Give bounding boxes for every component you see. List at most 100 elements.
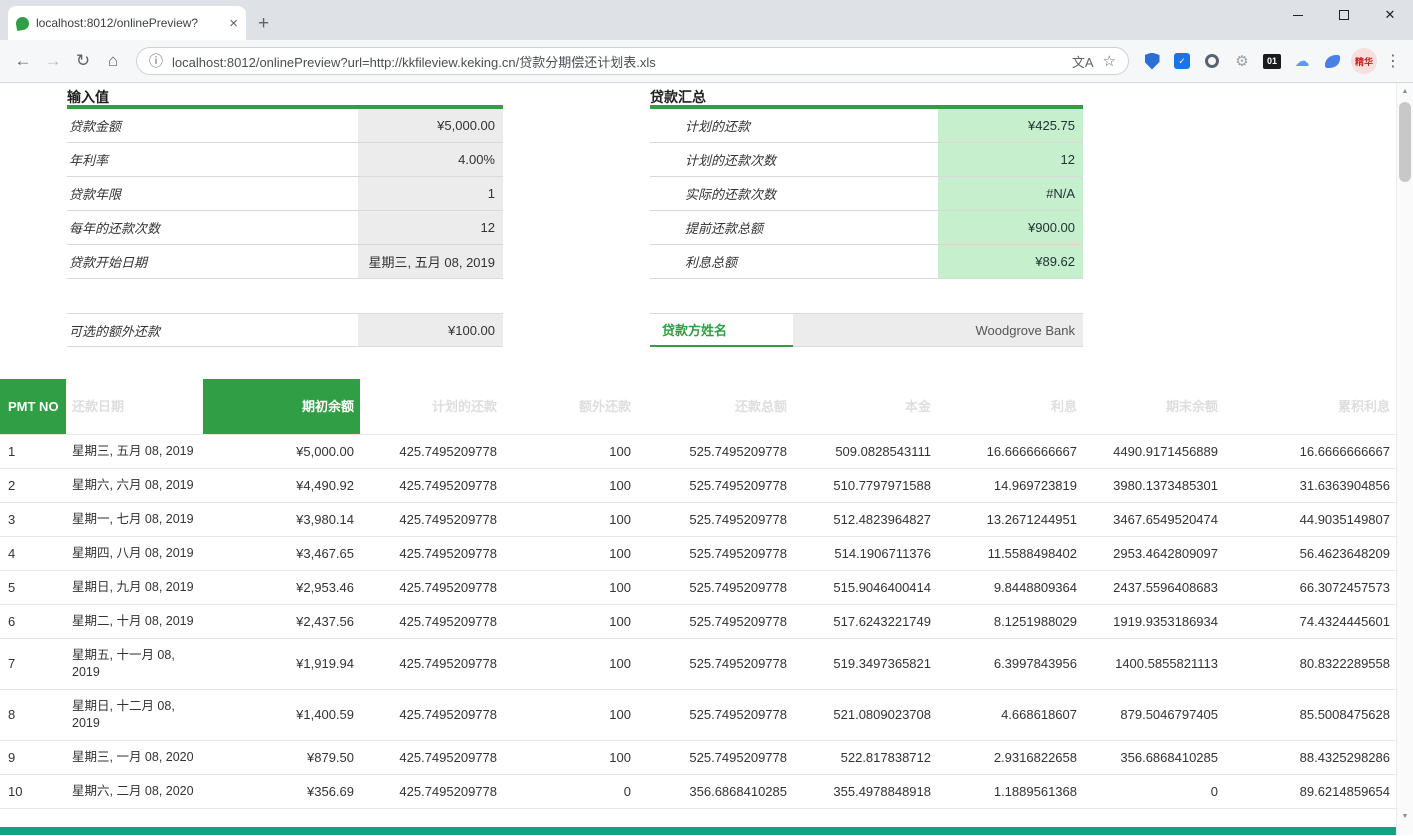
- table-row: 3星期一, 七月 08, 2019¥3,980.14425.7495209778…: [0, 502, 1396, 536]
- minimize-icon: [1293, 15, 1303, 16]
- translate-icon[interactable]: 文A: [1072, 52, 1094, 71]
- table-cell: 425.7495209778: [360, 570, 503, 604]
- field-label: 每年的还款次数: [67, 211, 358, 244]
- table-row: 2星期六, 六月 08, 2019¥4,490.92425.7495209778…: [0, 468, 1396, 502]
- browser-titlebar: localhost:8012/onlinePreview? × + ✕: [0, 0, 1413, 40]
- table-cell: 88.4325298286: [1224, 740, 1396, 774]
- table-row: 5星期日, 九月 08, 2019¥2,953.46425.7495209778…: [0, 570, 1396, 604]
- table-cell: 8.1251988029: [937, 604, 1083, 638]
- table-cell: 3980.1373485301: [1083, 468, 1224, 502]
- bookmark-star-icon[interactable]: ☆: [1103, 52, 1116, 70]
- table-cell: ¥5,000.00: [203, 434, 360, 468]
- panel-row: 贷款开始日期星期三, 五月 08, 2019: [67, 245, 503, 279]
- browser-tab[interactable]: localhost:8012/onlinePreview? ×: [8, 6, 246, 40]
- minimize-button[interactable]: [1275, 0, 1321, 30]
- field-label: 贷款金额: [67, 109, 358, 142]
- home-button[interactable]: ⌂: [98, 46, 128, 76]
- cloud-extension-icon[interactable]: ☁: [1287, 46, 1317, 76]
- table-cell: 80.8322289558: [1224, 638, 1396, 689]
- table-cell: ¥4,490.92: [203, 468, 360, 502]
- maximize-icon: [1339, 10, 1349, 20]
- scroll-up-icon[interactable]: ▲: [1397, 83, 1413, 100]
- panel-row: 提前还款总额¥900.00: [650, 211, 1083, 245]
- gray-extension-icon[interactable]: ⚙: [1227, 46, 1257, 76]
- table-cell: 509.0828543111: [793, 434, 937, 468]
- table-cell: ¥879.50: [203, 740, 360, 774]
- table-cell: 525.7495209778: [637, 434, 793, 468]
- table-cell: ¥3,467.65: [203, 536, 360, 570]
- panel-row: 贷款金额¥5,000.00: [67, 109, 503, 143]
- field-value: 12: [938, 143, 1083, 176]
- field-value: #N/A: [938, 177, 1083, 210]
- table-cell: 100: [503, 570, 637, 604]
- browser-menu-icon[interactable]: ⋮: [1381, 46, 1405, 76]
- back-button[interactable]: ←: [8, 46, 38, 76]
- url-text[interactable]: localhost:8012/onlinePreview?url=http://…: [172, 52, 1063, 71]
- forward-button[interactable]: →: [38, 46, 68, 76]
- table-cell: 356.6868410285: [637, 774, 793, 808]
- column-header: 利息: [937, 379, 1083, 434]
- check-icon: ✓: [1174, 53, 1190, 69]
- table-cell: 85.5008475628: [1224, 689, 1396, 740]
- ring-extension-icon[interactable]: [1197, 46, 1227, 76]
- table-cell: ¥2,953.46: [203, 570, 360, 604]
- field-label: 贷款年限: [67, 177, 358, 210]
- page-info-icon[interactable]: ⓘ: [149, 51, 163, 71]
- table-cell: 4490.9171456889: [1083, 434, 1224, 468]
- table-cell: 514.1906711376: [793, 536, 937, 570]
- lender-value: Woodgrove Bank: [793, 314, 1083, 347]
- table-cell: ¥2,437.56: [203, 604, 360, 638]
- table-cell: 100: [503, 689, 637, 740]
- table-cell: 0: [503, 774, 637, 808]
- table-cell: 525.7495209778: [637, 468, 793, 502]
- field-value: ¥900.00: [938, 211, 1083, 244]
- new-tab-button[interactable]: +: [258, 14, 269, 33]
- bird-extension-icon[interactable]: [1317, 46, 1347, 76]
- table-cell: 13.2671244951: [937, 502, 1083, 536]
- address-bar[interactable]: ⓘ localhost:8012/onlinePreview?url=http:…: [136, 47, 1129, 75]
- table-cell: 星期日, 九月 08, 2019: [66, 570, 203, 604]
- table-cell: 星期六, 二月 08, 2020: [66, 774, 203, 808]
- scroll-down-icon[interactable]: ▼: [1397, 808, 1413, 825]
- shield-extension-icon[interactable]: [1137, 46, 1167, 76]
- table-cell: 4: [0, 536, 66, 570]
- table-cell: 31.6363904856: [1224, 468, 1396, 502]
- table-cell: 879.5046797405: [1083, 689, 1224, 740]
- table-cell: 510.7797971588: [793, 468, 937, 502]
- browser-window: localhost:8012/onlinePreview? × + ✕ ← → …: [0, 0, 1413, 836]
- tab-close-icon[interactable]: ×: [229, 16, 238, 31]
- table-cell: 425.7495209778: [360, 638, 503, 689]
- table-cell: 56.4623648209: [1224, 536, 1396, 570]
- table-cell: 6: [0, 604, 66, 638]
- table-cell: 1400.5855821113: [1083, 638, 1224, 689]
- shield-icon: [1145, 53, 1160, 70]
- tab-title: localhost:8012/onlinePreview?: [36, 16, 222, 30]
- profile-avatar[interactable]: 精华: [1351, 48, 1377, 74]
- column-header: 期初余额: [203, 379, 360, 434]
- table-cell: 100: [503, 434, 637, 468]
- close-button[interactable]: ✕: [1367, 0, 1413, 30]
- scrollbar-thumb[interactable]: [1399, 102, 1411, 182]
- table-row: 6星期二, 十月 08, 2019¥2,437.56425.7495209778…: [0, 604, 1396, 638]
- table-cell: 425.7495209778: [360, 434, 503, 468]
- field-value: 4.00%: [358, 143, 503, 176]
- ring-icon: [1205, 54, 1219, 68]
- table-cell: 星期一, 七月 08, 2019: [66, 502, 203, 536]
- table-cell: 525.7495209778: [637, 536, 793, 570]
- table-cell: 100: [503, 468, 637, 502]
- window-controls: ✕: [1275, 0, 1413, 30]
- table-cell: 66.3072457573: [1224, 570, 1396, 604]
- badge-extension-icon[interactable]: 01: [1257, 46, 1287, 76]
- blue-square-extension-icon[interactable]: ✓: [1167, 46, 1197, 76]
- maximize-button[interactable]: [1321, 0, 1367, 30]
- table-cell: ¥1,400.59: [203, 689, 360, 740]
- table-cell: 16.6666666667: [1224, 434, 1396, 468]
- table-cell: 100: [503, 502, 637, 536]
- vertical-scrollbar[interactable]: ▲ ▼: [1396, 83, 1413, 835]
- input-panel: 输入值 贷款金额¥5,000.00年利率4.00%贷款年限1每年的还款次数12贷…: [67, 88, 503, 347]
- reload-button[interactable]: ↻: [68, 46, 98, 76]
- panel-row: 计划的还款¥425.75: [650, 109, 1083, 143]
- table-cell: 星期四, 八月 08, 2019: [66, 536, 203, 570]
- table-cell: 356.6868410285: [1083, 740, 1224, 774]
- table-cell: 3467.6549520474: [1083, 502, 1224, 536]
